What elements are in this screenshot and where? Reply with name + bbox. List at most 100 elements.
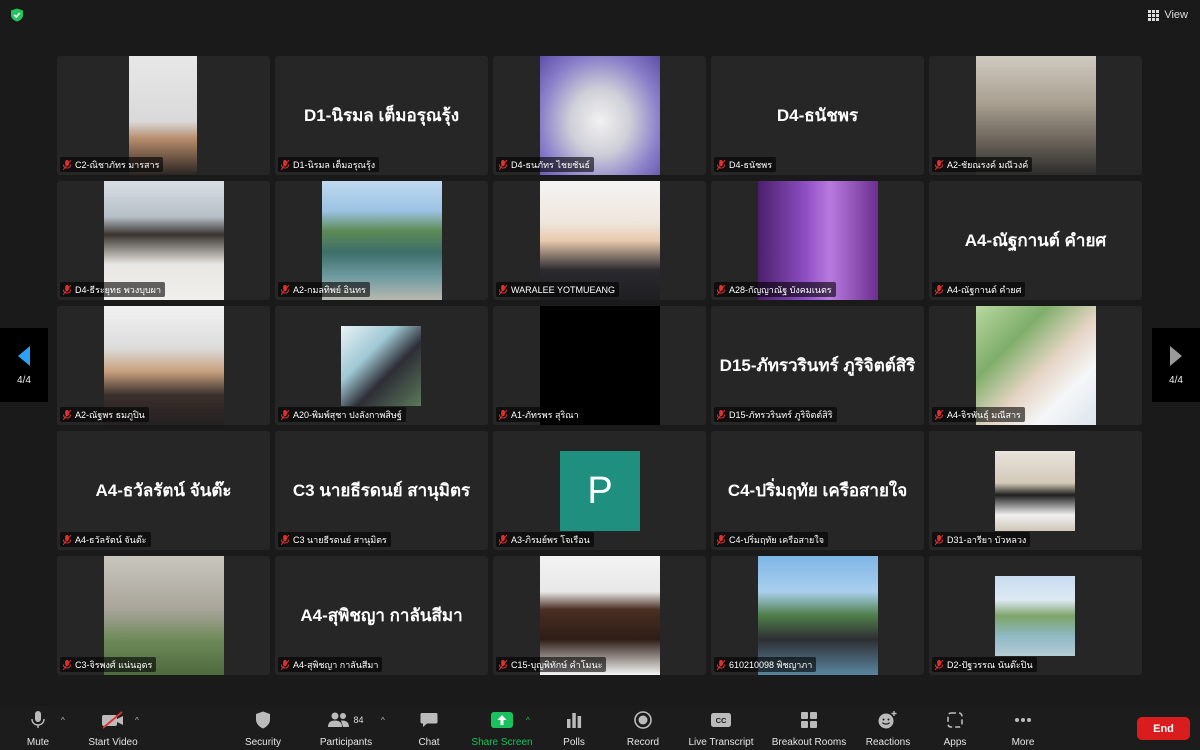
- breakout-rooms-icon: [801, 712, 817, 728]
- start-video-button[interactable]: Start Video: [84, 710, 142, 748]
- participant-name-label: WARALEE YOTMUEANG: [496, 282, 620, 297]
- muted-mic-icon: [935, 159, 943, 170]
- video-tile[interactable]: D4-ธนภัทร ไชยชันธ์: [493, 56, 706, 175]
- svg-text:CC: CC: [716, 716, 727, 725]
- muted-mic-icon: [499, 159, 507, 170]
- video-tile[interactable]: WARALEE YOTMUEANG: [493, 181, 706, 300]
- arrow-left-icon: [18, 345, 30, 366]
- video-tile[interactable]: D2-ปัฐวรรณ นันต๊ะปิน: [929, 556, 1142, 675]
- participant-name-label: A2-ณัฐพร ธมภูปิน: [60, 407, 149, 422]
- record-button[interactable]: Record: [624, 710, 662, 748]
- participant-name-label: A1-ภัทรพร สุริณา: [496, 407, 583, 422]
- shield-icon[interactable]: [10, 8, 24, 22]
- ellipsis-icon: [1015, 718, 1031, 722]
- participant-name-label: C4-ปริ่มฤทัย เครือสายใจ: [714, 532, 828, 547]
- video-tile[interactable]: P A3-ภิรมย์พร โจเรือน: [493, 431, 706, 550]
- share-options-caret[interactable]: ^: [526, 716, 530, 725]
- participant-initial-avatar: P: [560, 451, 640, 531]
- participant-name-label: A20-พิมพ์สุชา ปงลังกาพสิษฐ์: [278, 407, 406, 422]
- video-tile[interactable]: A20-พิมพ์สุชา ปงลังกาพสิษฐ์: [275, 306, 488, 425]
- more-button[interactable]: More: [1008, 710, 1038, 748]
- security-shield-icon: [256, 711, 270, 729]
- video-tile[interactable]: C2-ณิชาภัทร มารสาร: [57, 56, 270, 175]
- previous-page-button[interactable]: 4/4: [0, 328, 48, 402]
- video-tile[interactable]: A28-กัญญาณัฐ บังคมเนตร: [711, 181, 924, 300]
- muted-mic-icon: [63, 659, 71, 670]
- live-transcript-button[interactable]: CC Live Transcript: [684, 710, 758, 748]
- video-tile[interactable]: A2-ชัยณรงค์ มณีวงค์: [929, 56, 1142, 175]
- video-tile[interactable]: D15-ภัทรวรินทร์ ภูริจิตต์สิริ D15-ภัทรวร…: [711, 306, 924, 425]
- participant-name-label: A3-ภิรมย์พร โจเรือน: [496, 532, 594, 547]
- muted-mic-icon: [717, 534, 725, 545]
- chat-bubble-icon: [420, 713, 438, 727]
- apps-button[interactable]: Apps: [941, 710, 969, 748]
- breakout-rooms-button[interactable]: Breakout Rooms: [768, 710, 850, 748]
- security-button[interactable]: Security: [242, 710, 284, 748]
- top-bar: View: [0, 0, 1200, 30]
- participant-name-label: C2-ณิชาภัทร มารสาร: [60, 157, 164, 172]
- muted-mic-icon: [63, 159, 71, 170]
- muted-mic-icon: [63, 284, 71, 295]
- participant-name-label: D4-ธนัชพร: [714, 157, 777, 172]
- video-tile[interactable]: A4-จิรพันธุ์ มณีสาร: [929, 306, 1142, 425]
- participant-name-label: A4-จิรพันธุ์ มณีสาร: [932, 407, 1025, 422]
- muted-mic-icon: [63, 409, 71, 420]
- video-tile[interactable]: A1-ภัทรพร สุริณา: [493, 306, 706, 425]
- participant-name-label: A28-กัญญาณัฐ บังคมเนตร: [714, 282, 836, 297]
- video-tile[interactable]: A2-กมลทิพย์ อินทร: [275, 181, 488, 300]
- participant-name-label: D2-ปัฐวรรณ นันต๊ะปิน: [932, 657, 1037, 672]
- apps-icon: [947, 712, 963, 728]
- video-tile[interactable]: D4-ธนัชพร D4-ธนัชพร: [711, 56, 924, 175]
- participant-name-label: D4-ธนภัทร ไชยชันธ์: [496, 157, 595, 172]
- participant-video: [341, 326, 421, 406]
- video-tile[interactable]: C3 นายธีรดนย์ สานุมิตร C3 นายธีรดนย์ สาน…: [275, 431, 488, 550]
- video-tile[interactable]: C3-จิรพงศ์ แน่นอุดร: [57, 556, 270, 675]
- video-tile[interactable]: C4-ปริ่มฤทัย เครือสายใจ C4-ปริ่มฤทัย เคร…: [711, 431, 924, 550]
- video-tile[interactable]: D1-นิรมล เต็มอรุณรุ้ง D1-นิรมล เต็มอรุณร…: [275, 56, 488, 175]
- page-indicator-left: 4/4: [17, 374, 31, 386]
- video-off-icon: [102, 711, 123, 729]
- mute-options-caret[interactable]: ^: [61, 716, 65, 725]
- page-indicator-right: 4/4: [1169, 374, 1183, 386]
- video-tile[interactable]: D4-ธีระยุทธ พวงบุบผา: [57, 181, 270, 300]
- muted-mic-icon: [935, 284, 943, 295]
- video-tile[interactable]: D31-อารียา บัวหลวง: [929, 431, 1142, 550]
- muted-mic-icon: [717, 159, 725, 170]
- muted-mic-icon: [717, 659, 725, 670]
- participant-name-label: A2-กมลทิพย์ อินทร: [278, 282, 370, 297]
- participant-name-label: C3-จิรพงศ์ แน่นอุดร: [60, 657, 157, 672]
- participant-name-label: A2-ชัยณรงค์ มณีวงค์: [932, 157, 1033, 172]
- participant-video: [995, 576, 1075, 656]
- end-meeting-button[interactable]: End: [1137, 717, 1190, 740]
- participants-options-caret[interactable]: ^: [381, 716, 385, 725]
- participant-name-label: C3 นายธีรดนย์ สานุมิตร: [278, 532, 391, 547]
- muted-mic-icon: [281, 409, 289, 420]
- grid-view-icon: [1148, 9, 1160, 21]
- participant-name-label: D1-นิรมล เต็มอรุณรุ้ง: [278, 157, 380, 172]
- muted-mic-icon: [935, 659, 943, 670]
- participant-name-label: D31-อารียา บัวหลวง: [932, 532, 1031, 547]
- arrow-right-icon: [1170, 345, 1182, 366]
- view-button[interactable]: View: [1148, 6, 1188, 24]
- video-tile[interactable]: A2-ณัฐพร ธมภูปิน: [57, 306, 270, 425]
- video-tile[interactable]: 610210098 พิชญาภา: [711, 556, 924, 675]
- muted-mic-icon: [281, 159, 289, 170]
- mute-button[interactable]: Mute: [22, 710, 54, 748]
- participants-icon: [328, 712, 350, 727]
- muted-mic-icon: [63, 534, 71, 545]
- video-tile[interactable]: A4-ธวัลรัตน์ จันต๊ะ A4-ธวัลรัตน์ จันต๊ะ: [57, 431, 270, 550]
- chat-button[interactable]: Chat: [414, 710, 444, 748]
- video-options-caret[interactable]: ^: [135, 716, 139, 725]
- next-page-button[interactable]: 4/4: [1152, 328, 1200, 402]
- video-tile[interactable]: A4-สุพิชญา กาลันสีมา A4-สุพิชญา กาลันสีม…: [275, 556, 488, 675]
- muted-mic-icon: [935, 534, 943, 545]
- participant-name-label: A4-ณัฐกานต์ คำยศ: [932, 282, 1026, 297]
- reactions-button[interactable]: Reactions: [864, 710, 912, 748]
- video-tile[interactable]: C15-บุญพิทักษ์ คำโมนะ: [493, 556, 706, 675]
- polls-button[interactable]: Polls: [560, 710, 588, 748]
- muted-mic-icon: [499, 534, 507, 545]
- participant-name-label: D15-ภัทรวรินทร์ ภูริจิตต์สิริ: [714, 407, 837, 422]
- video-tile[interactable]: A4-ณัฐกานต์ คำยศ A4-ณัฐกานต์ คำยศ: [929, 181, 1142, 300]
- participants-button[interactable]: 84 Participants: [315, 710, 377, 748]
- muted-mic-icon: [499, 409, 507, 420]
